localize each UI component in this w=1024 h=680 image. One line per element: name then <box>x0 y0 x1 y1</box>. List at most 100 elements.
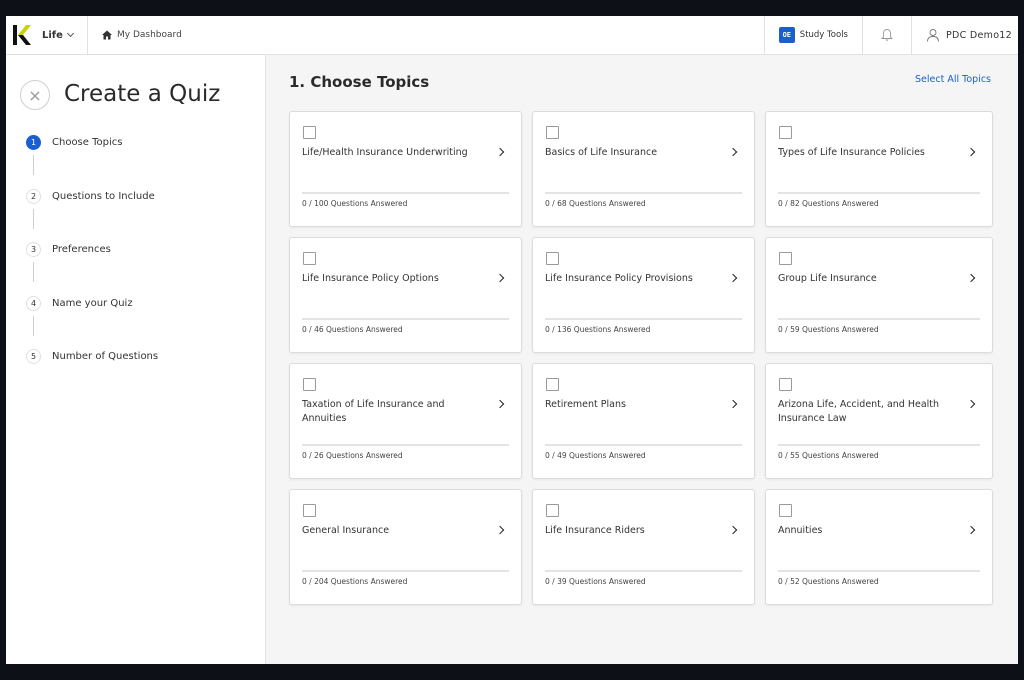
study-tools-icon: OE <box>778 27 795 43</box>
step-questions-to-include[interactable]: 2 Questions to Include <box>26 188 158 243</box>
progress-bar <box>545 444 742 446</box>
topic-checkbox[interactable] <box>303 252 316 265</box>
progress-bar <box>545 318 742 320</box>
topic-checkbox[interactable] <box>779 252 792 265</box>
topic-title: General Insurance <box>302 525 390 536</box>
chevron-right-icon[interactable] <box>728 399 738 409</box>
topic-checkbox[interactable] <box>546 378 559 391</box>
topic-checkbox[interactable] <box>779 504 792 517</box>
topic-card[interactable]: Life Insurance Policy Provisions 0 / 136… <box>532 237 755 353</box>
step-connector <box>33 208 34 229</box>
topic-title: Types of Life Insurance Policies <box>778 147 925 158</box>
user-name: PDC Demo12 <box>945 29 1012 41</box>
topic-card[interactable]: Arizona Life, Accident, and Health Insur… <box>765 363 993 479</box>
chevron-right-icon[interactable] <box>495 147 505 157</box>
chevron-right-icon[interactable] <box>495 399 505 409</box>
chevron-right-icon[interactable] <box>966 399 976 409</box>
topic-card[interactable]: Annuities 0 / 52 Questions Answered <box>765 489 993 605</box>
product-switcher[interactable]: Life <box>6 16 88 54</box>
questions-answered-count: 0 / 55 Questions Answered <box>778 451 879 460</box>
topic-checkbox[interactable] <box>779 378 792 391</box>
chevron-right-icon[interactable] <box>966 273 976 283</box>
chevron-right-icon[interactable] <box>966 525 976 535</box>
progress-bar <box>778 192 980 194</box>
topic-title: Group Life Insurance <box>778 273 877 284</box>
step-label: Questions to Include <box>52 190 155 202</box>
topic-card[interactable]: Basics of Life Insurance 0 / 68 Question… <box>532 111 755 227</box>
my-dashboard-link[interactable]: My Dashboard <box>117 30 182 40</box>
study-tools-label: Study Tools <box>799 30 848 40</box>
step-name-your-quiz[interactable]: 4 Name your Quiz <box>26 295 158 350</box>
page-title: Create a Quiz <box>64 81 221 107</box>
chevron-down-icon <box>66 29 74 37</box>
progress-bar <box>778 444 980 446</box>
step-list: 1 Choose Topics 2 Questions to Include 3… <box>26 135 158 403</box>
progress-bar <box>302 570 509 572</box>
product-label: Life <box>42 29 63 41</box>
topic-card[interactable]: Retirement Plans 0 / 49 Questions Answer… <box>532 363 755 479</box>
step-label: Name your Quiz <box>52 297 133 309</box>
questions-answered-count: 0 / 52 Questions Answered <box>778 577 879 586</box>
step-number: 5 <box>26 349 41 364</box>
questions-answered-count: 0 / 136 Questions Answered <box>545 325 651 334</box>
topic-title: Annuities <box>778 525 823 536</box>
select-all-topics-link[interactable]: Select All Topics <box>915 74 991 85</box>
topic-checkbox[interactable] <box>303 126 316 139</box>
topic-checkbox[interactable] <box>303 504 316 517</box>
questions-answered-count: 0 / 49 Questions Answered <box>545 451 646 460</box>
topic-card[interactable]: Group Life Insurance 0 / 59 Questions An… <box>765 237 993 353</box>
chevron-right-icon[interactable] <box>966 147 976 157</box>
step-number-of-questions[interactable]: 5 Number of Questions <box>26 349 158 403</box>
topic-grid: Life/Health Insurance Underwriting 0 / 1… <box>289 111 993 605</box>
topic-card[interactable]: General Insurance 0 / 204 Questions Answ… <box>289 489 522 605</box>
close-button[interactable]: × <box>20 80 50 110</box>
progress-bar <box>302 192 509 194</box>
chevron-right-icon[interactable] <box>495 525 505 535</box>
topic-card[interactable]: Life/Health Insurance Underwriting 0 / 1… <box>289 111 522 227</box>
chevron-right-icon[interactable] <box>495 273 505 283</box>
step-choose-topics[interactable]: 1 Choose Topics <box>26 135 158 189</box>
topic-title: Taxation of Life Insurance and Annuities <box>302 399 445 424</box>
questions-answered-count: 0 / 26 Questions Answered <box>302 451 403 460</box>
topic-card[interactable]: Life Insurance Riders 0 / 39 Questions A… <box>532 489 755 605</box>
step-connector <box>33 155 34 175</box>
step-preferences[interactable]: 3 Preferences <box>26 242 158 296</box>
step-label: Number of Questions <box>52 351 159 362</box>
step-label: Preferences <box>52 244 111 255</box>
study-tools-button[interactable]: OE Study Tools <box>763 16 862 54</box>
kaplan-logo-icon <box>13 25 31 45</box>
questions-answered-count: 0 / 82 Questions Answered <box>778 199 879 208</box>
topic-checkbox[interactable] <box>546 252 559 265</box>
step-connector <box>33 315 34 336</box>
step-number: 1 <box>26 135 41 150</box>
topic-title: Life Insurance Policy Provisions <box>545 273 693 284</box>
topic-card[interactable]: Taxation of Life Insurance and Annuities… <box>289 363 522 479</box>
topic-card[interactable]: Life Insurance Policy Options 0 / 46 Que… <box>289 237 522 353</box>
notifications-button[interactable] <box>861 16 911 54</box>
progress-bar <box>545 192 742 194</box>
chevron-right-icon[interactable] <box>728 525 738 535</box>
questions-answered-count: 0 / 204 Questions Answered <box>302 577 408 586</box>
topic-checkbox[interactable] <box>546 126 559 139</box>
topic-card[interactable]: Types of Life Insurance Policies 0 / 82 … <box>765 111 993 227</box>
topic-title: Life Insurance Riders <box>545 525 645 536</box>
topic-title: Life Insurance Policy Options <box>302 273 439 284</box>
step-number: 4 <box>26 295 41 311</box>
questions-answered-count: 0 / 100 Questions Answered <box>302 199 408 208</box>
topic-checkbox[interactable] <box>779 126 792 139</box>
step-number: 2 <box>26 188 41 204</box>
topic-title: Retirement Plans <box>545 399 626 410</box>
chevron-right-icon[interactable] <box>728 147 738 157</box>
quiz-sidebar: × Create a Quiz 1 Choose Topics 2 Questi… <box>6 55 266 664</box>
chevron-right-icon[interactable] <box>728 273 738 283</box>
breadcrumb: My Dashboard <box>88 16 764 54</box>
topic-checkbox[interactable] <box>546 504 559 517</box>
progress-bar <box>545 570 742 572</box>
top-nav: Life My Dashboard OE Study Tools PDC Dem… <box>6 16 1018 55</box>
topic-checkbox[interactable] <box>303 378 316 391</box>
step-number: 3 <box>26 242 41 257</box>
close-icon: × <box>28 85 42 105</box>
user-menu-button[interactable]: PDC Demo12 <box>910 16 1018 54</box>
questions-answered-count: 0 / 46 Questions Answered <box>302 325 403 334</box>
questions-answered-count: 0 / 59 Questions Answered <box>778 325 879 334</box>
